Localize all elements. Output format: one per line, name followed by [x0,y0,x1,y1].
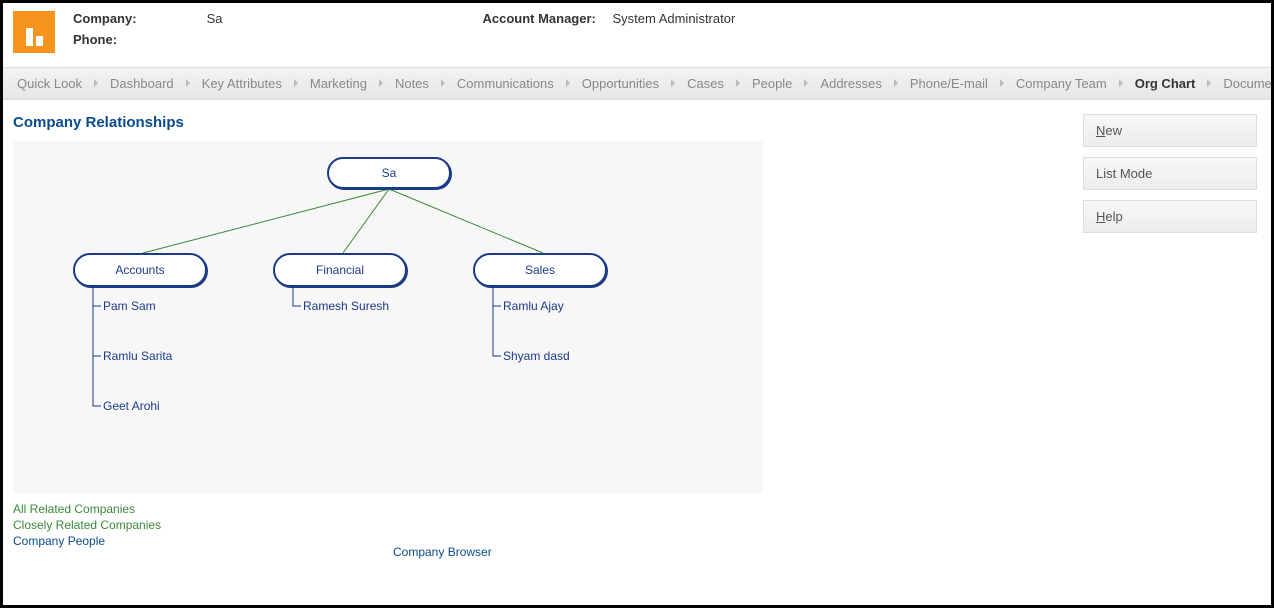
tab-documents[interactable]: Documents [1209,76,1271,91]
org-person[interactable]: Ramesh Suresh [303,299,389,313]
header: Company: Sa Account Manager: System Admi… [3,3,1271,67]
tab-people[interactable]: People [738,76,806,91]
tab-notes[interactable]: Notes [381,76,443,91]
legend-all-related[interactable]: All Related Companies [13,501,1083,517]
tab-opportunities[interactable]: Opportunities [568,76,673,91]
org-person[interactable]: Pam Sam [103,299,156,313]
help-button[interactable]: Help [1083,200,1257,233]
org-person[interactable]: Geet Arohi [103,399,160,413]
company-logo-icon [13,11,55,53]
manager-label: Account Manager: [482,11,612,26]
company-label: Company: [73,11,137,26]
tab-dashboard[interactable]: Dashboard [96,76,188,91]
org-person[interactable]: Shyam dasd [503,349,570,363]
manager-value: System Administrator [612,11,735,26]
tab-marketing[interactable]: Marketing [296,76,381,91]
tabbar: Quick Look Dashboard Key Attributes Mark… [3,67,1271,100]
tab-phone-email[interactable]: Phone/E-mail [896,76,1002,91]
section-title: Company Relationships [13,114,1083,131]
new-button[interactable]: New [1083,114,1257,147]
org-node-dept-accounts[interactable]: Accounts [73,253,207,287]
phone-label: Phone: [73,32,173,47]
legend-closely-related[interactable]: Closely Related Companies [13,517,1083,533]
action-sidebar: New List Mode Help [1083,114,1257,559]
org-node-root[interactable]: Sa [327,157,451,189]
legend: All Related Companies Closely Related Co… [13,501,1083,549]
tab-communications[interactable]: Communications [443,76,568,91]
company-value: Sa [207,11,223,26]
org-person[interactable]: Ramlu Sarita [103,349,172,363]
company-browser-label: Company Browser [393,545,1083,559]
org-chart-area: Sa Accounts Financial Sales Pam Sam Raml… [13,141,763,493]
tab-company-team[interactable]: Company Team [1002,76,1121,91]
org-node-dept-sales[interactable]: Sales [473,253,607,287]
tab-quick-look[interactable]: Quick Look [3,76,96,91]
tab-org-chart[interactable]: Org Chart [1121,76,1210,91]
tab-key-attributes[interactable]: Key Attributes [188,76,296,91]
org-person[interactable]: Ramlu Ajay [503,299,564,313]
list-mode-button[interactable]: List Mode [1083,157,1257,190]
tab-addresses[interactable]: Addresses [806,76,895,91]
org-node-dept-financial[interactable]: Financial [273,253,407,287]
tab-cases[interactable]: Cases [673,76,738,91]
